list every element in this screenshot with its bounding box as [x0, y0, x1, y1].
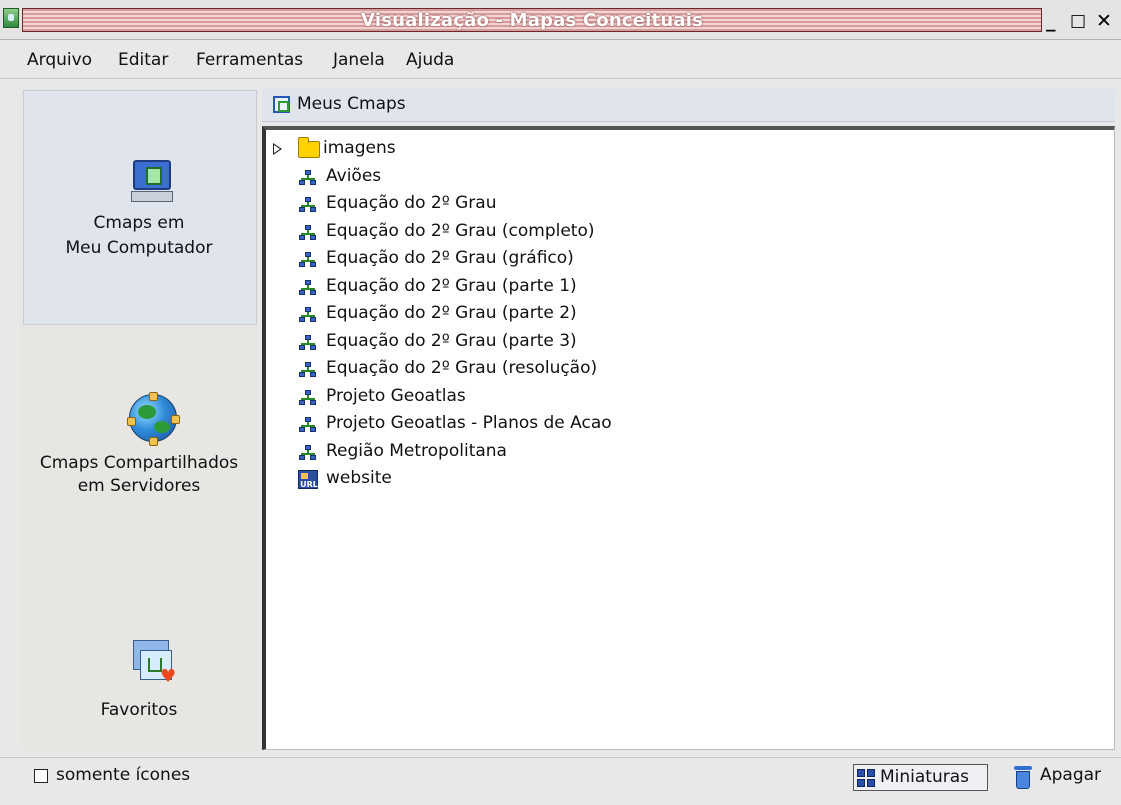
tree-row[interactable]: Aviões — [266, 163, 1106, 190]
only-icons-checkbox[interactable] — [34, 769, 48, 783]
cmap-tree-list[interactable]: imagens Aviões Equação do 2º Grau Equação … — [262, 126, 1115, 750]
thumbnails-icon — [857, 769, 875, 787]
content-title: Meus Cmaps — [297, 94, 406, 114]
tree-item-label[interactable]: Equação do 2º Grau (parte 3) — [326, 328, 577, 355]
title-bar[interactable]: Visualização - Mapas Conceituais _ □ ✕ — [0, 0, 1121, 40]
tree-row[interactable]: Equação do 2º Grau — [266, 190, 1106, 217]
tree-item-label[interactable]: Equação do 2º Grau (gráfico) — [326, 245, 574, 272]
concept-map-icon — [299, 279, 317, 296]
globe-network-icon[interactable] — [127, 392, 180, 446]
computer-icon — [131, 160, 173, 204]
my-cmaps-icon — [273, 96, 290, 113]
nav-label-my-computer-2: Meu Computador — [65, 238, 213, 258]
concept-map-icon — [299, 169, 317, 186]
menu-ajuda[interactable]: Ajuda — [406, 50, 454, 70]
tree-item-label[interactable]: imagens — [323, 135, 396, 162]
tree-row[interactable]: Equação do 2º Grau (parte 3) — [266, 328, 1106, 355]
app-icon[interactable] — [3, 8, 19, 28]
tree-row[interactable]: Equação do 2º Grau (parte 2) — [266, 300, 1106, 327]
tree-row-imagens[interactable]: imagens — [266, 135, 1106, 162]
tree-item-label[interactable]: Equação do 2º Grau (parte 1) — [326, 273, 577, 300]
menu-editar[interactable]: Editar — [118, 50, 168, 70]
delete-button[interactable]: Apagar — [1040, 765, 1101, 785]
title-stripe: Visualização - Mapas Conceituais — [22, 8, 1042, 32]
url-link-icon — [298, 470, 319, 489]
concept-map-icon — [299, 444, 317, 461]
nav-label-favorites[interactable]: Favoritos — [20, 697, 258, 724]
concept-map-icon — [299, 307, 317, 323]
concept-map-icon — [299, 417, 317, 433]
tree-item-label[interactable]: Equação do 2º Grau (parte 2) — [326, 300, 577, 327]
menu-ferramentas[interactable]: Ferramentas — [196, 50, 303, 70]
tree-item-label[interactable]: Equação do 2º Grau (resolução) — [326, 355, 597, 382]
folder-icon — [298, 137, 320, 158]
tree-row[interactable]: Região Metropolitana — [266, 438, 1106, 465]
nav-item-my-computer[interactable] — [23, 90, 257, 325]
tree-item-label[interactable]: website — [326, 465, 392, 492]
tree-row[interactable]: Equação do 2º Grau (gráfico) — [266, 245, 1106, 272]
menu-bar: Arquivo Editar Ferramentas Janela Ajuda — [0, 41, 1121, 79]
expand-arrow-icon[interactable] — [273, 143, 282, 155]
window-title: Visualização - Mapas Conceituais — [361, 10, 703, 31]
tree-item-label[interactable]: Projeto Geoatlas — [326, 383, 466, 410]
concept-map-icon — [299, 252, 317, 268]
content-header: Meus Cmaps — [262, 89, 1115, 122]
concept-map-icon — [299, 334, 317, 351]
tree-item-label[interactable]: Equação do 2º Grau (completo) — [326, 218, 595, 245]
location-sidebar: Cmaps em Meu Computador Cmaps Compartilh… — [20, 89, 258, 749]
nav-label-my-computer-1: Cmaps em — [93, 213, 185, 233]
tree-row[interactable]: Projeto Geoatlas - Planos de Acao — [266, 410, 1106, 437]
tree-row[interactable]: website — [266, 465, 1106, 492]
menu-janela[interactable]: Janela — [333, 50, 385, 70]
tree-row[interactable]: Equação do 2º Grau (parte 1) — [266, 273, 1106, 300]
tree-row[interactable]: Projeto Geoatlas — [266, 383, 1106, 410]
favorites-icon[interactable]: ♥ — [130, 640, 178, 688]
tree-item-label[interactable]: Região Metropolitana — [326, 438, 507, 465]
minimize-button[interactable]: _ — [1046, 9, 1056, 33]
concept-map-icon — [299, 362, 317, 378]
only-icons-label[interactable]: somente ícones — [56, 765, 190, 785]
tree-row[interactable]: Equação do 2º Grau (resolução) — [266, 355, 1106, 382]
tree-item-label[interactable]: Aviões — [326, 163, 381, 190]
concept-map-icon — [299, 197, 317, 213]
maximize-button[interactable]: □ — [1070, 9, 1086, 33]
nav-label-shared-2[interactable]: em Servidores — [20, 473, 258, 500]
thumbnails-button[interactable]: Miniaturas — [853, 764, 988, 791]
tree-row[interactable]: Equação do 2º Grau (completo) — [266, 218, 1106, 245]
concept-map-icon — [299, 224, 317, 241]
trash-icon[interactable] — [1014, 764, 1032, 790]
menu-arquivo[interactable]: Arquivo — [27, 50, 92, 70]
close-button[interactable]: ✕ — [1096, 9, 1112, 33]
window-controls: _ □ ✕ — [1046, 9, 1121, 33]
tree-item-label[interactable]: Equação do 2º Grau — [326, 190, 496, 217]
thumbnails-label: Miniaturas — [880, 767, 970, 787]
concept-map-icon — [299, 389, 317, 406]
tree-item-label[interactable]: Projeto Geoatlas - Planos de Acao — [326, 410, 612, 437]
